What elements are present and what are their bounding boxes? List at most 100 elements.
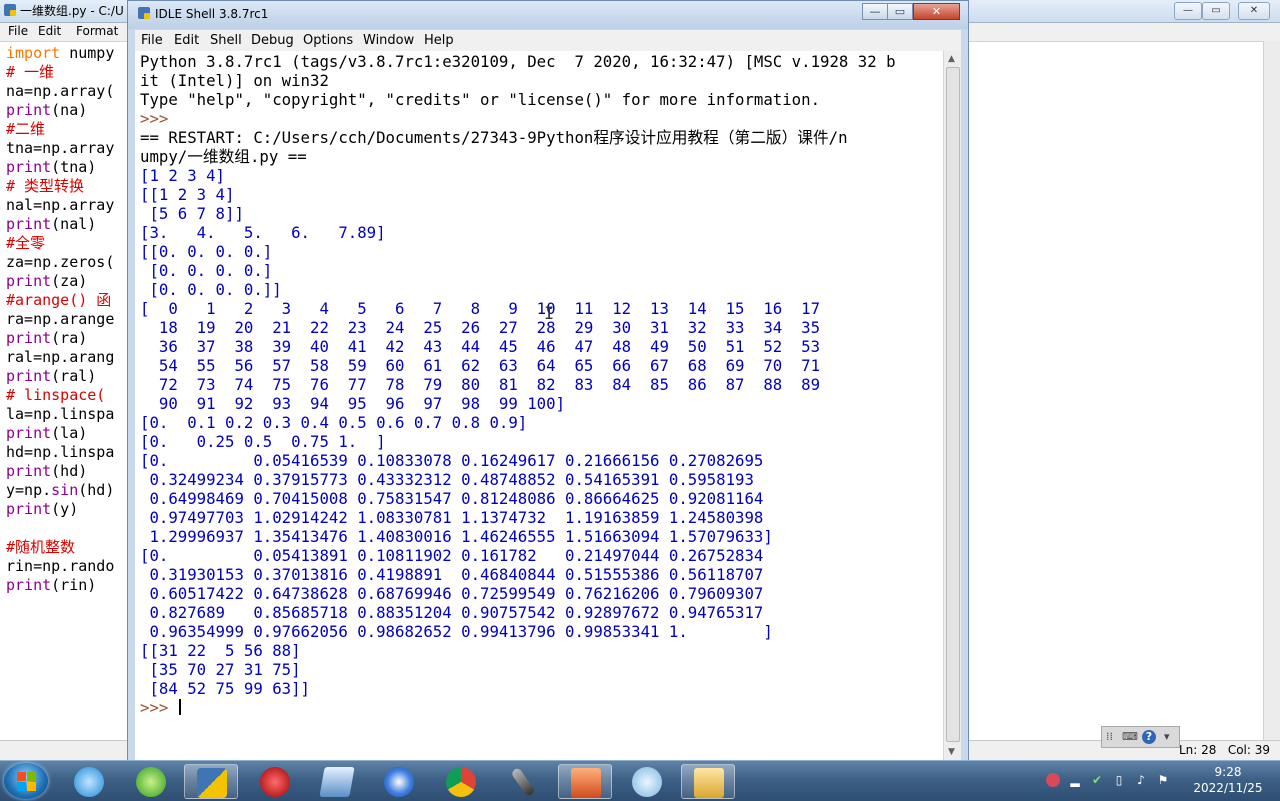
code-line[interactable]: za=np.zeros( <box>6 253 128 272</box>
keyboard-icon[interactable]: ⌨ <box>1122 730 1138 743</box>
shell-output-line[interactable]: [5 6 7 8]] <box>140 204 935 223</box>
menu-debug[interactable]: Debug <box>251 33 294 48</box>
taskbar-explorer[interactable] <box>681 764 735 799</box>
scrollbar-thumb[interactable] <box>946 67 960 742</box>
shell-output-line[interactable]: [35 70 27 31 75] <box>140 660 935 679</box>
minimize-button[interactable]: — <box>862 3 888 20</box>
ime-grip-icon[interactable]: ⁞⁞ <box>1106 730 1113 743</box>
code-line[interactable]: print(ral) <box>6 367 128 386</box>
taskbar-browser-e[interactable] <box>124 764 178 799</box>
code-line[interactable]: la=np.linspa <box>6 405 128 424</box>
shell-output-line[interactable]: 0.827689 0.85685718 0.88351204 0.9075754… <box>140 603 935 622</box>
shell-output-line[interactable]: Python 3.8.7rc1 (tags/v3.8.7rc1:e320109,… <box>140 52 935 71</box>
code-line[interactable]: #arange() 函 <box>6 291 128 310</box>
shell-output-line[interactable]: [ 0 1 2 3 4 5 6 7 8 9 10 11 12 13 14 15 … <box>140 299 935 318</box>
shell-output-line[interactable]: 0.64998469 0.70415008 0.75831547 0.81248… <box>140 489 935 508</box>
editor-menu-format[interactable]: Format <box>76 24 118 38</box>
shell-output-line[interactable]: 36 37 38 39 40 41 42 43 44 45 46 47 48 4… <box>140 337 935 356</box>
code-line[interactable]: ra=np.arange <box>6 310 128 329</box>
editor-code-area[interactable]: import numpy # 一维 na=np.array(print(na) #二维… <box>6 44 128 744</box>
shell-output-line[interactable]: 0.96354999 0.97662056 0.98682652 0.99413… <box>140 622 935 641</box>
ime-help-icon[interactable]: ? <box>1142 730 1156 744</box>
code-line[interactable]: ral=np.arang <box>6 348 128 367</box>
code-line[interactable]: tna=np.array <box>6 139 128 158</box>
taskbar-network-app[interactable] <box>620 764 674 799</box>
code-line[interactable]: print(la) <box>6 424 128 443</box>
shell-scrollbar[interactable]: ▲ ▼ <box>943 51 961 760</box>
shell-output-line[interactable]: [0. 0. 0. 0.] <box>140 261 935 280</box>
editor-close-button[interactable]: ✕ <box>1238 2 1270 20</box>
shell-output-line[interactable]: umpy/一维数组.py == <box>140 147 935 166</box>
code-line[interactable]: # linspace( <box>6 386 128 405</box>
shell-output-line[interactable]: [[0. 0. 0. 0.] <box>140 242 935 261</box>
code-line[interactable]: # 一维 <box>6 63 128 82</box>
shell-output-line[interactable]: 18 19 20 21 22 23 24 25 26 27 28 29 30 3… <box>140 318 935 337</box>
code-line[interactable]: print(y) <box>6 500 128 519</box>
menu-shell[interactable]: Shell <box>210 33 242 48</box>
volume-icon[interactable]: ♪ <box>1134 773 1148 787</box>
code-line[interactable]: nal=np.array <box>6 196 128 215</box>
shell-output-line[interactable]: [0. 0.1 0.2 0.3 0.4 0.5 0.6 0.7 0.8 0.9] <box>140 413 935 432</box>
menu-edit[interactable]: Edit <box>174 33 199 48</box>
shell-output[interactable]: Python 3.8.7rc1 (tags/v3.8.7rc1:e320109,… <box>140 52 935 752</box>
shell-output-line[interactable]: == RESTART: C:/Users/cch/Documents/27343… <box>140 128 935 147</box>
shell-output-line[interactable]: [0. 0.05413891 0.10811902 0.161782 0.214… <box>140 546 935 565</box>
taskbar-notebook[interactable] <box>310 764 364 799</box>
signal-icon[interactable]: ▂ <box>1068 773 1082 787</box>
code-line[interactable]: rin=np.rando <box>6 557 128 576</box>
shell-output-line[interactable]: 0.31930153 0.37013816 0.4198891 0.468408… <box>140 565 935 584</box>
shell-output-line[interactable]: it (Intel)] on win32 <box>140 71 935 90</box>
code-line[interactable]: print(hd) <box>6 462 128 481</box>
scroll-up-arrow-icon[interactable]: ▲ <box>948 54 955 64</box>
shell-output-line[interactable]: [0. 0. 0. 0.]] <box>140 280 935 299</box>
shell-output-line[interactable]: 0.60517422 0.64738628 0.68769946 0.72599… <box>140 584 935 603</box>
taskbar-chrome[interactable] <box>434 764 488 799</box>
shell-output-line[interactable]: [84 52 75 99 63]] <box>140 679 935 698</box>
shell-output-line[interactable]: 54 55 56 57 58 59 60 61 62 63 64 65 66 6… <box>140 356 935 375</box>
shell-output-line[interactable]: 90 91 92 93 94 95 96 97 98 99 100] <box>140 394 935 413</box>
menu-help[interactable]: Help <box>424 33 454 48</box>
ime-menu-icon[interactable]: ▾ <box>1164 730 1170 743</box>
code-line[interactable]: # 类型转换 <box>6 177 128 196</box>
shell-output-line[interactable]: 72 73 74 75 76 77 78 79 80 81 82 83 84 8… <box>140 375 935 394</box>
code-line[interactable]: import numpy <box>6 44 128 63</box>
shell-output-line[interactable]: [1 2 3 4] <box>140 166 935 185</box>
shell-prompt[interactable]: >>> <box>140 698 935 717</box>
shell-output-line[interactable]: [[31 22 5 56 88] <box>140 641 935 660</box>
taskbar-python-idle[interactable] <box>184 764 238 799</box>
ime-toolbar[interactable]: ⁞⁞ ⌨ ? ▾ <box>1101 726 1180 748</box>
taskbar-internet-explorer[interactable] <box>62 764 116 799</box>
close-button[interactable]: ✕ <box>913 3 960 20</box>
shell-output-line[interactable]: [[1 2 3 4] <box>140 185 935 204</box>
shell-titlebar[interactable]: IDLE Shell 3.8.7rc1 — ▭ ✕ <box>128 1 968 29</box>
code-line[interactable]: y=np.sin(hd) <box>6 481 128 500</box>
taskbar-microphone[interactable] <box>496 764 550 799</box>
taskbar-media-player[interactable] <box>248 764 302 799</box>
shell-output-line[interactable]: [3. 4. 5. 6. 7.89] <box>140 223 935 242</box>
flag-icon[interactable]: ⚑ <box>1156 773 1170 787</box>
code-line[interactable]: print(na) <box>6 101 128 120</box>
shell-output-line[interactable]: [0. 0.05416539 0.10833078 0.16249617 0.2… <box>140 451 935 470</box>
shell-output-line[interactable]: [0. 0.25 0.5 0.75 1. ] <box>140 432 935 451</box>
shell-output-line[interactable]: 0.97497703 1.02914242 1.08330781 1.13747… <box>140 508 935 527</box>
scroll-down-arrow-icon[interactable]: ▼ <box>948 747 955 757</box>
editor-menu-edit[interactable]: Edit <box>38 24 61 38</box>
menu-options[interactable]: Options <box>303 33 353 48</box>
shell-text-area[interactable]: Python 3.8.7rc1 (tags/v3.8.7rc1:e320109,… <box>135 51 961 760</box>
code-line[interactable]: hd=np.linspa <box>6 443 128 462</box>
shell-output-line[interactable]: 0.32499234 0.37915773 0.43332312 0.48748… <box>140 470 935 489</box>
code-line[interactable]: #随机整数 <box>6 538 128 557</box>
code-line[interactable]: print(tna) <box>6 158 128 177</box>
editor-minimize-button[interactable]: — <box>1174 2 1202 20</box>
start-button[interactable] <box>4 763 48 799</box>
shell-output-line[interactable]: Type "help", "copyright", "credits" or "… <box>140 90 935 109</box>
code-line[interactable]: print(rin) <box>6 576 128 595</box>
shell-output-line[interactable]: 1.29996937 1.35413476 1.40830016 1.46246… <box>140 527 935 546</box>
code-line[interactable]: #全零 <box>6 234 128 253</box>
code-line[interactable]: print(nal) <box>6 215 128 234</box>
code-line[interactable]: print(za) <box>6 272 128 291</box>
editor-maximize-button[interactable]: ▭ <box>1202 2 1230 20</box>
maximize-button[interactable]: ▭ <box>887 3 913 20</box>
shell-prompt[interactable]: >>> <box>140 109 935 128</box>
code-line[interactable]: print(ra) <box>6 329 128 348</box>
